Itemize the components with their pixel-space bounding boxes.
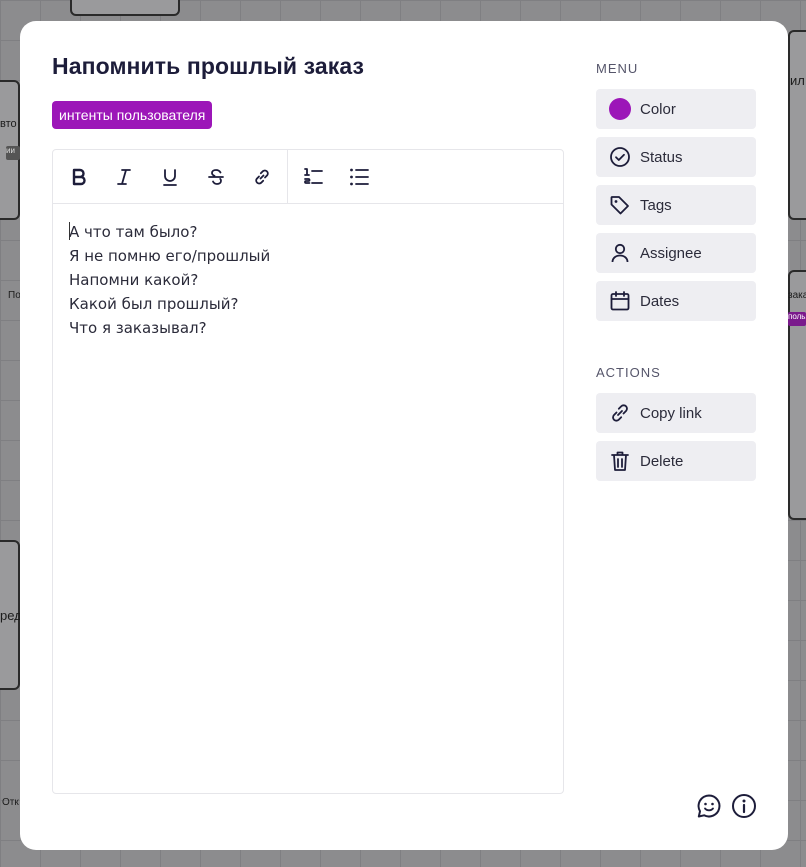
editor-line-text: А что там было?: [69, 223, 198, 241]
bold-button[interactable]: [63, 161, 95, 193]
copy-link-label: Copy link: [640, 404, 702, 422]
tag-chip[interactable]: интенты пользователя: [52, 101, 213, 129]
link-button[interactable]: [246, 161, 278, 193]
status-label: Status: [640, 148, 683, 166]
dates-label: Dates: [640, 292, 680, 310]
color-label: Color: [640, 100, 676, 118]
copy-link-button[interactable]: Copy link: [596, 393, 756, 433]
assignee-label: Assignee: [640, 244, 702, 262]
info-button[interactable]: [730, 792, 758, 820]
background-text: вто: [0, 118, 17, 130]
background-text: заказ: [788, 290, 806, 301]
comment-icon: [697, 794, 721, 818]
editor-toolbar: [53, 150, 563, 204]
ordered-list-button[interactable]: [297, 161, 329, 193]
editor-line: Какой был прошлый?: [69, 295, 239, 313]
comment-button[interactable]: [695, 792, 723, 820]
tags-label: Tags: [640, 196, 672, 214]
editor-line: Я не помню его/прошлый: [69, 247, 271, 265]
background-text: По: [8, 290, 21, 301]
editor-line: Что я заказывал?: [69, 319, 207, 337]
card-detail-modal: Напомнить прошлый заказ интенты пользова…: [20, 21, 788, 850]
color-swatch-icon: [608, 97, 632, 121]
tags-button[interactable]: Tags: [596, 185, 756, 225]
italic-button[interactable]: [108, 161, 140, 193]
delete-button[interactable]: Delete: [596, 441, 756, 481]
link-icon: [255, 169, 269, 185]
dates-button[interactable]: Dates: [596, 281, 756, 321]
background-card: [70, 0, 180, 16]
toolbar-divider: [287, 150, 288, 203]
background-tag: пользо: [788, 312, 806, 326]
strikethrough-button[interactable]: [200, 161, 232, 193]
calendar-icon: [608, 289, 632, 313]
tag-icon: [608, 193, 632, 217]
italic-icon: [117, 169, 131, 185]
underline-icon: [163, 169, 177, 186]
user-icon: [608, 241, 632, 265]
bullet-list-icon: [350, 168, 369, 186]
link-icon: [608, 401, 632, 425]
strikethrough-icon: [208, 169, 224, 185]
background-tag: ии: [6, 146, 20, 160]
editor-content[interactable]: А что там было? Я не помню его/прошлый Н…: [69, 220, 270, 340]
underline-button[interactable]: [154, 161, 186, 193]
editor-line: Напомни какой?: [69, 271, 199, 289]
bullet-list-button[interactable]: [343, 161, 375, 193]
menu-section-label: MENU: [596, 61, 639, 76]
info-icon: [732, 794, 756, 818]
background-text: ил: [790, 73, 805, 88]
text-editor: А что там было? Я не помню его/прошлый Н…: [52, 149, 564, 794]
background-text: Отк: [2, 797, 19, 808]
check-circle-icon: [608, 145, 632, 169]
actions-section-label: ACTIONS: [596, 365, 661, 380]
editor-line: А что там было?: [69, 220, 270, 244]
background-card: [788, 270, 806, 520]
trash-icon: [608, 449, 632, 473]
card-title[interactable]: Напомнить прошлый заказ: [52, 53, 364, 80]
status-button[interactable]: Status: [596, 137, 756, 177]
ordered-list-icon: [304, 168, 323, 184]
delete-label: Delete: [640, 452, 684, 470]
background-text: ред: [0, 608, 22, 623]
background-card: [788, 30, 806, 220]
color-button[interactable]: Color: [596, 89, 756, 129]
bold-icon: [72, 168, 86, 186]
assignee-button[interactable]: Assignee: [596, 233, 756, 273]
